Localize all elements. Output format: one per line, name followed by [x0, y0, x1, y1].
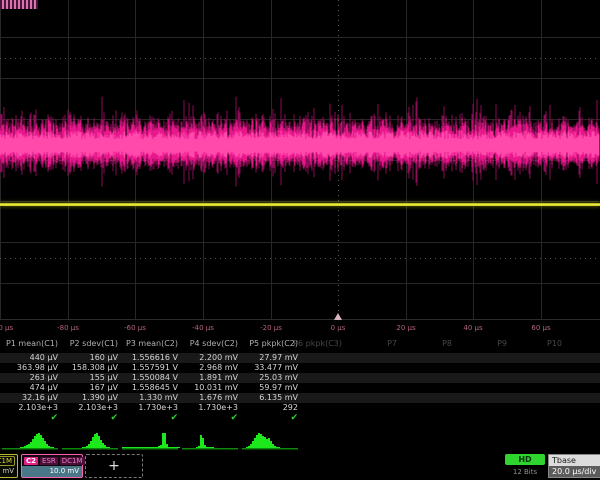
- histicon-P4[interactable]: [180, 430, 240, 452]
- measure-value-cell: 6.135 mV: [240, 393, 298, 403]
- histicon-P5[interactable]: [240, 430, 300, 452]
- measure-header-cell-inactive[interactable]: P9: [455, 339, 507, 349]
- measure-header-cell[interactable]: P1 mean(C1): [0, 339, 58, 349]
- measure-header-cell-inactive[interactable]: P11: [565, 339, 600, 349]
- add-trace-button[interactable]: +: [85, 454, 143, 478]
- measure-value-cell: 1.891 mV: [180, 373, 238, 383]
- c2-coupling-badge: DC1M: [60, 457, 85, 465]
- measure-status-check: ✔: [120, 413, 178, 423]
- c2-esr-badge: ESR: [40, 457, 58, 465]
- status-bar: DC1M 10.0 mV C2 ESR DC1M 10.0 mV + HD 12…: [0, 452, 600, 480]
- time-axis-label: 0 µs: [331, 324, 346, 332]
- measure-status-check: ✔: [0, 413, 58, 423]
- waveform-grid: -100 µs -80 µs -60 µs -40 µs -20 µs 0 µs 20 µs…: [0, 0, 600, 336]
- time-axis-label: -100 µs: [0, 324, 13, 332]
- timebase-descriptor[interactable]: Tbase 20.0 µs/div: [548, 454, 600, 478]
- time-axis-label: -80 µs: [57, 324, 79, 332]
- measure-table: P1 mean(C1)P2 sdev(C1)P3 mean(C2)P4 sdev…: [0, 337, 600, 430]
- c2-noise-trace: [0, 0, 600, 319]
- measure-header-cell[interactable]: P4 sdev(C2): [180, 339, 238, 349]
- measure-value-cell: 2.103e+3: [60, 403, 118, 413]
- trigger-position-marker: [334, 313, 342, 320]
- measure-value-cell: 2.968 mV: [180, 363, 238, 373]
- measure-status-check: ✔: [240, 413, 298, 423]
- time-axis-label: 40 µs: [463, 324, 482, 332]
- measure-header-cell-inactive[interactable]: P8: [400, 339, 452, 349]
- histicon-P1[interactable]: [0, 430, 60, 452]
- measure-status-check: ✔: [180, 413, 238, 423]
- hd-bits-label: 12 Bits: [505, 468, 545, 476]
- measure-value-cell: 25.03 mV: [240, 373, 298, 383]
- measure-value-cell: 1.550084 V: [120, 373, 178, 383]
- measure-histicons: [0, 430, 600, 452]
- time-axis-label: -60 µs: [124, 324, 146, 332]
- measure-value-cell: 32.16 µV: [0, 393, 58, 403]
- c1-trace: [0, 203, 600, 206]
- measure-value-cell: 263 µV: [0, 373, 58, 383]
- time-axis-label: -20 µs: [260, 324, 282, 332]
- measure-value-cell: 1.730e+3: [180, 403, 238, 413]
- c2-scale-value: 10.0 mV: [22, 466, 82, 477]
- measure-value-cell: 155 µV: [60, 373, 118, 383]
- measure-value-cell: 160 µV: [60, 353, 118, 363]
- histicon-P3[interactable]: [120, 430, 180, 452]
- measure-value-cell: 59.97 mV: [240, 383, 298, 393]
- measure-header-cell-inactive[interactable]: P7: [345, 339, 397, 349]
- measure-value-cell: 2.103e+3: [0, 403, 58, 413]
- measure-header-cell-inactive[interactable]: P6 pkpk(C3): [290, 339, 342, 349]
- channel-c1-descriptor[interactable]: DC1M 10.0 mV: [0, 454, 18, 478]
- measure-value-cell: 2.200 mV: [180, 353, 238, 363]
- measure-value-cell: 158.308 µV: [60, 363, 118, 373]
- timebase-title: Tbase: [549, 455, 600, 466]
- trace-label-badge: [0, 0, 38, 9]
- c1-coupling-badge: DC1M: [0, 456, 15, 466]
- measure-status-check: ✔: [60, 413, 118, 423]
- measure-value-cell: 27.97 mV: [240, 353, 298, 363]
- measure-header-cell[interactable]: P2 sdev(C1): [60, 339, 118, 349]
- measure-value-cell: 1.676 mV: [180, 393, 238, 403]
- measure-header-cell[interactable]: P3 mean(C2): [120, 339, 178, 349]
- measure-value-cell: 167 µV: [60, 383, 118, 393]
- measure-header-cell-inactive[interactable]: P10: [510, 339, 562, 349]
- time-axis-label: 20 µs: [396, 324, 415, 332]
- measure-value-cell: 1.330 mV: [120, 393, 178, 403]
- hd-mode-badge[interactable]: HD: [505, 454, 545, 465]
- measure-value-cell: 474 µV: [0, 383, 58, 393]
- measure-value-cell: 33.477 mV: [240, 363, 298, 373]
- measure-value-cell: 1.557591 V: [120, 363, 178, 373]
- measure-value-cell: 1.390 µV: [60, 393, 118, 403]
- measure-value-cell: 440 µV: [0, 353, 58, 363]
- histicon-P2[interactable]: [60, 430, 120, 452]
- measure-value-cell: 1.730e+3: [120, 403, 178, 413]
- time-axis-label: 60 µs: [531, 324, 550, 332]
- oscilloscope-screen: -100 µs -80 µs -60 µs -40 µs -20 µs 0 µs 20 µs…: [0, 0, 600, 480]
- channel-c2-descriptor[interactable]: C2 ESR DC1M 10.0 mV: [21, 454, 83, 478]
- time-axis: -100 µs -80 µs -60 µs -40 µs -20 µs 0 µs 20 µs…: [0, 319, 600, 337]
- measure-value-cell: 292: [240, 403, 298, 413]
- c2-channel-chip: C2: [24, 457, 38, 465]
- measure-value-cell: 1.556616 V: [120, 353, 178, 363]
- timebase-value: 20.0 µs/div: [549, 466, 600, 477]
- measure-value-cell: 10.031 mV: [180, 383, 238, 393]
- measure-value-cell: 1.558645 V: [120, 383, 178, 393]
- measure-value-cell: 363.98 µV: [0, 363, 58, 373]
- c1-scale-value: 10.0 mV: [0, 466, 17, 477]
- time-axis-label: -40 µs: [192, 324, 214, 332]
